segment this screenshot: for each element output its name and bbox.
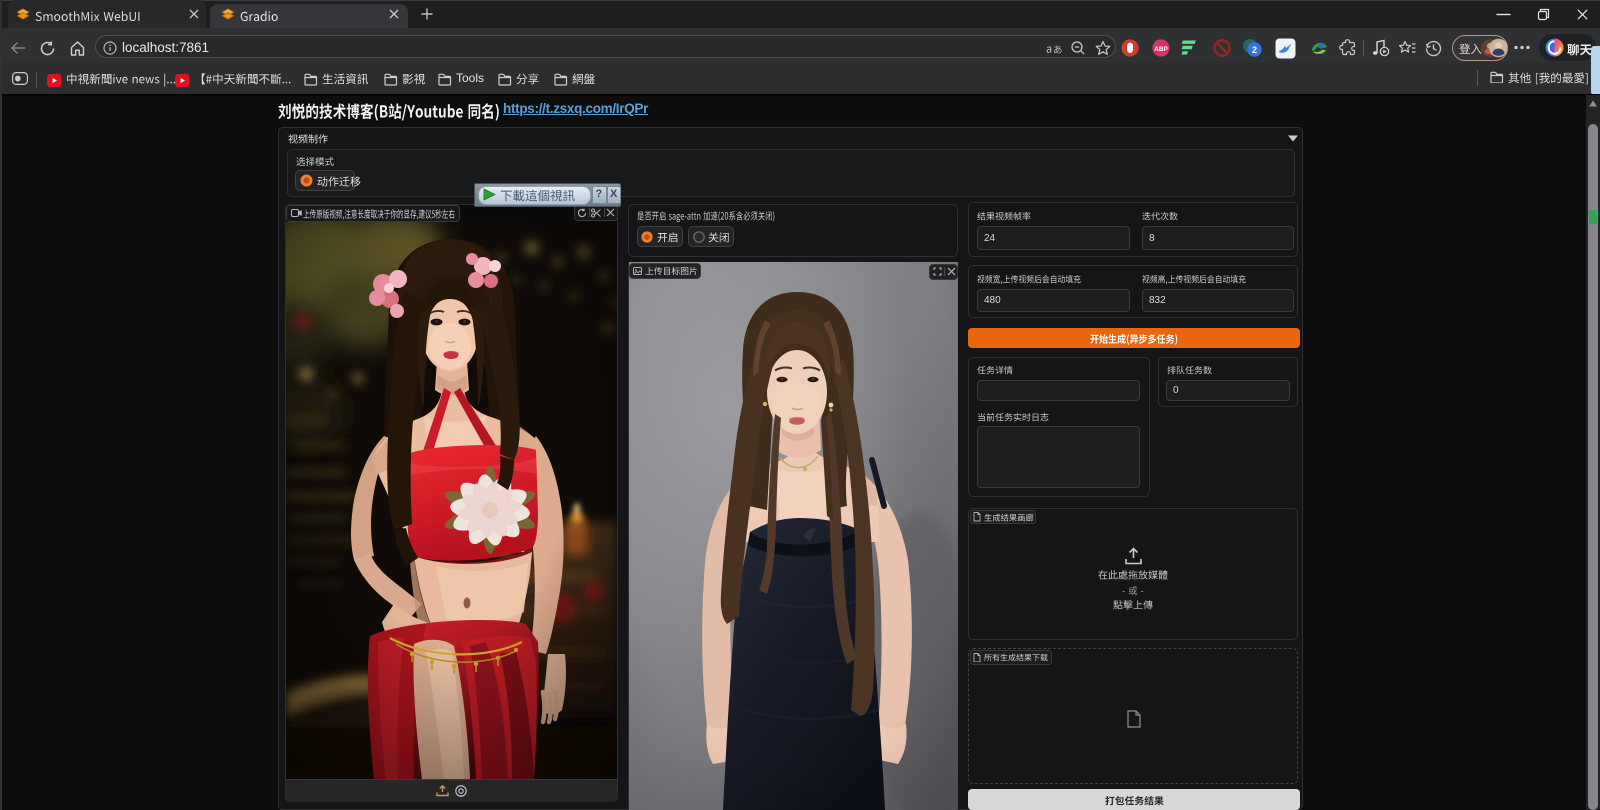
svg-text:2: 2	[1252, 45, 1257, 55]
svg-text:ABP: ABP	[1154, 46, 1168, 53]
